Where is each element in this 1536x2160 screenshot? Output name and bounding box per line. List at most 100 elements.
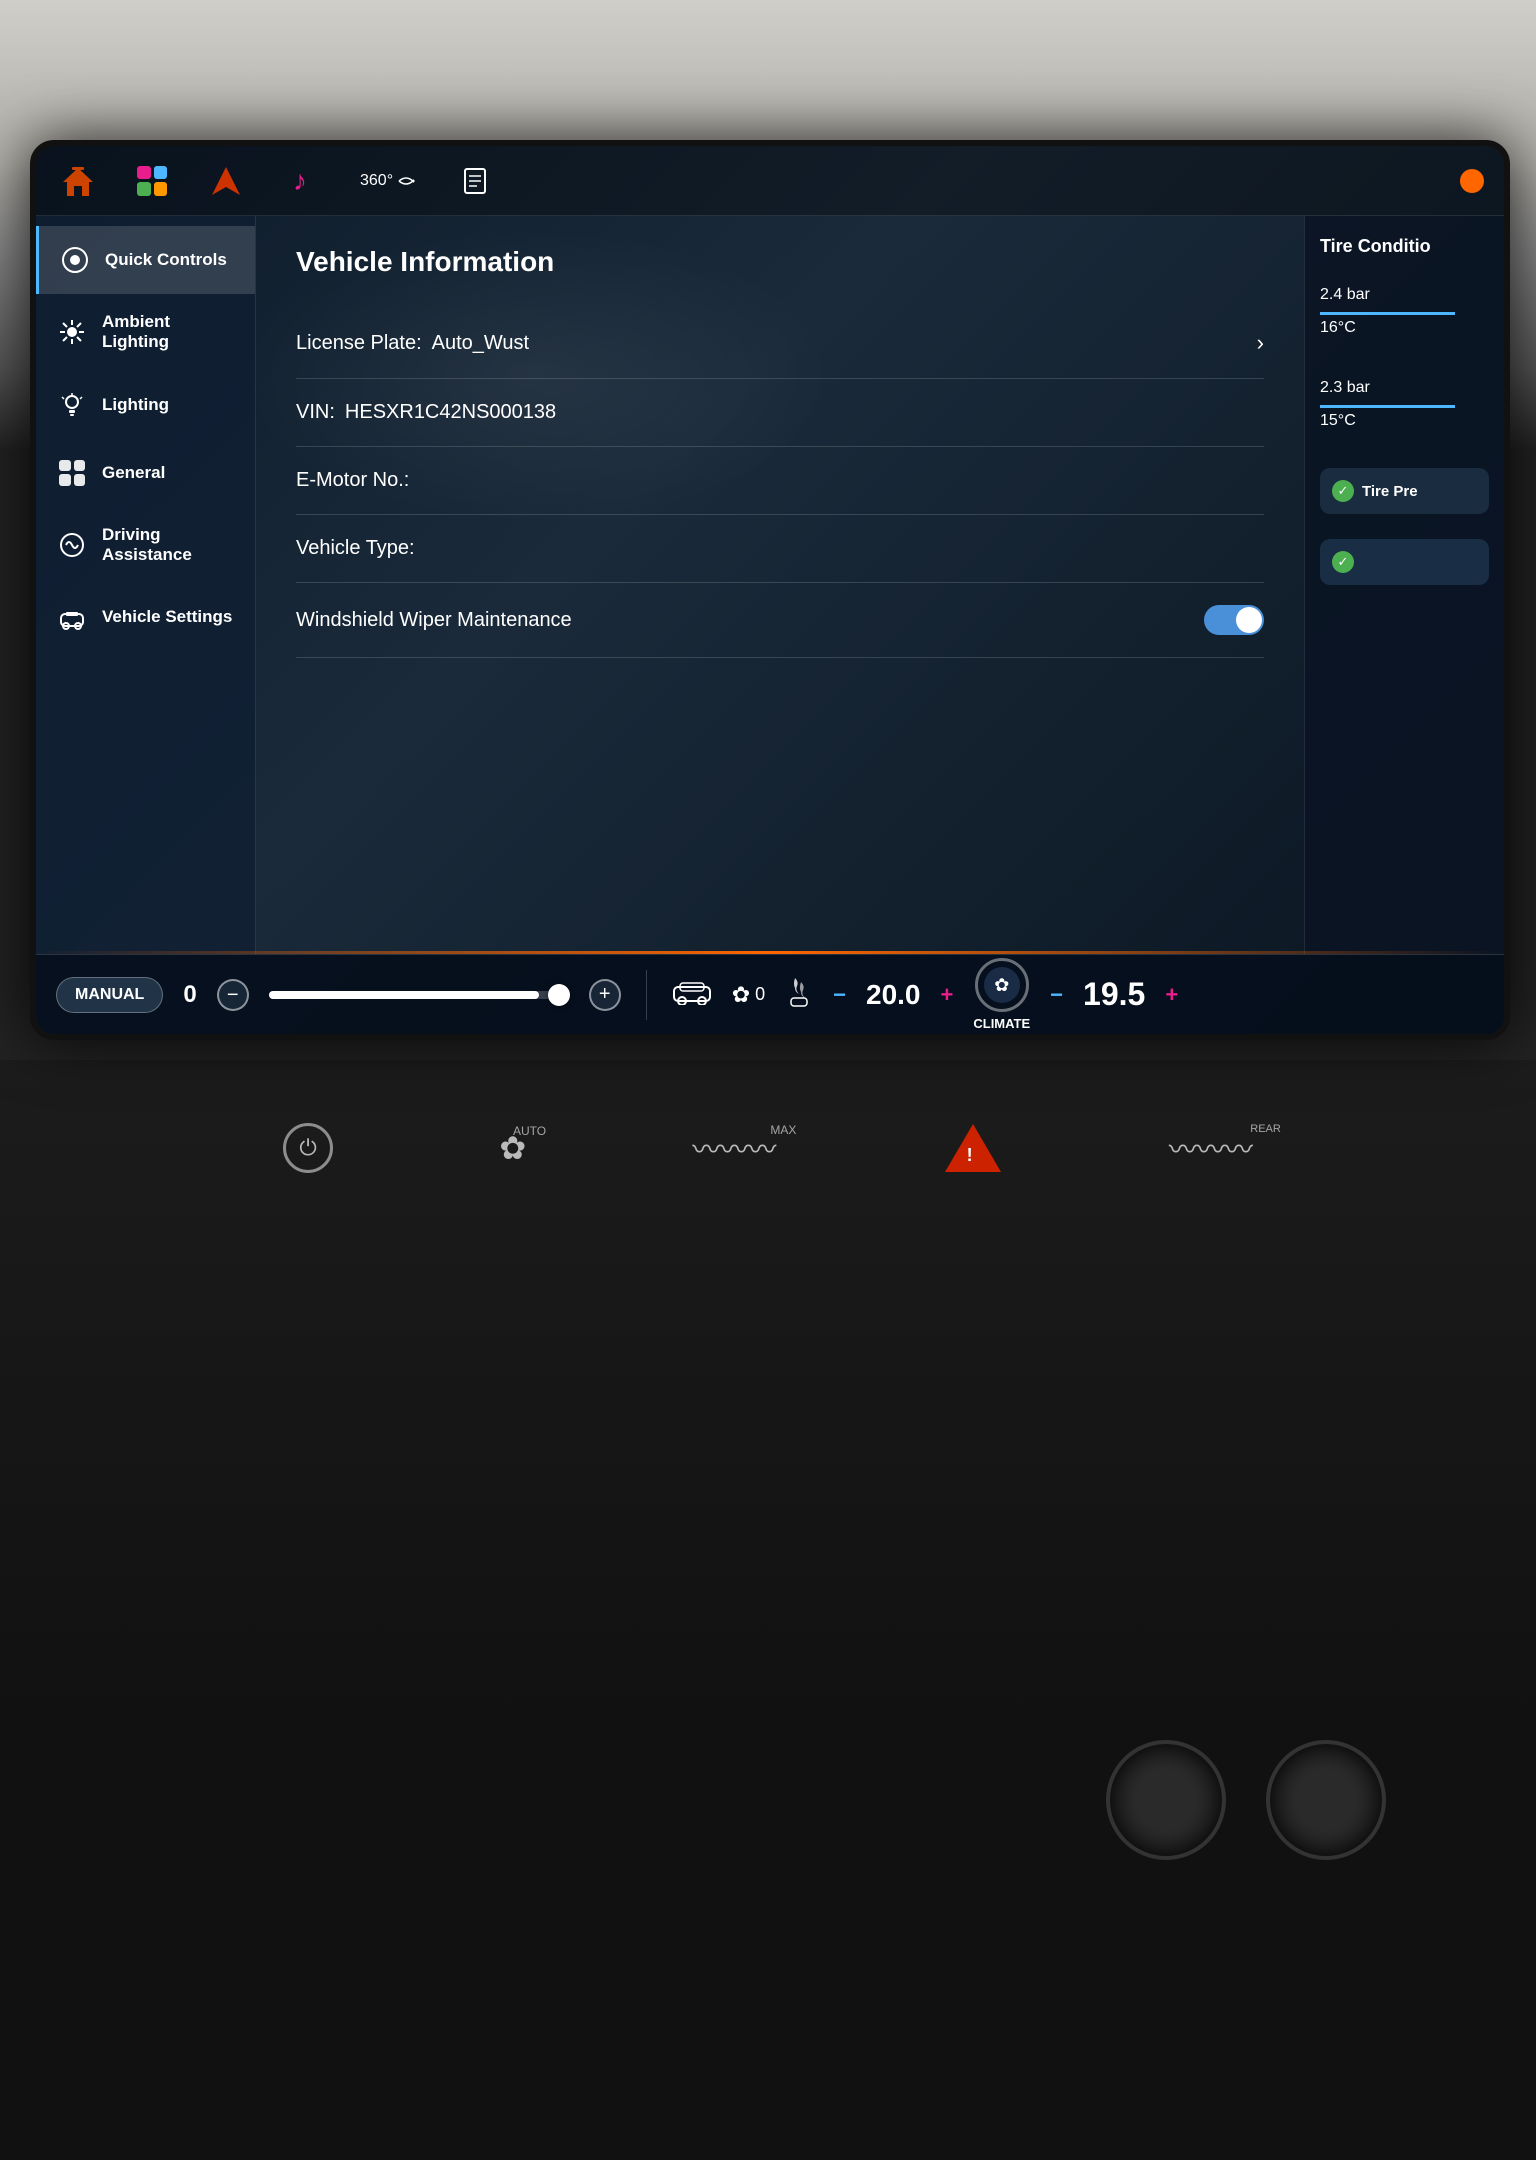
tire-pre-button[interactable]: ✓ Tire Pre: [1320, 468, 1489, 514]
right-temp-increase-button[interactable]: +: [1165, 982, 1178, 1008]
climate-dial-circle: ✿: [975, 958, 1029, 1012]
vehicle-type-label: Vehicle Type:: [296, 537, 415, 560]
hazard-triangle-icon: [945, 1124, 1001, 1172]
rear-label: REAR: [1250, 1123, 1281, 1135]
sidebar-vehicle-settings-label: Vehicle Settings: [102, 607, 232, 627]
fan-speed-value: 0: [755, 984, 765, 1005]
grid-cell-3: [137, 182, 151, 196]
sidebar-ambient-lighting-label: Ambient Lighting: [102, 312, 235, 353]
right-temp-value: 19.5: [1083, 976, 1145, 1013]
cupholder-right: [1266, 1740, 1386, 1860]
360-nav-icon[interactable]: 360°: [352, 159, 423, 203]
separator-1: [646, 970, 647, 1020]
driving-assistance-icon: [56, 529, 88, 561]
windshield-wiper-toggle[interactable]: [1204, 605, 1264, 635]
tire-second-check-icon: ✓: [1332, 551, 1354, 573]
seat-heat-icon: [785, 976, 813, 1013]
license-plate-value: Auto_Wust: [432, 332, 529, 355]
vehicle-type-row: Vehicle Type:: [296, 515, 1264, 583]
general-grid-icon: [59, 460, 85, 486]
climate-dial-inner: ✿: [984, 967, 1020, 1003]
top-nav-bar: ♪ 360°: [36, 146, 1504, 216]
music-note-icon: ♪: [293, 165, 307, 197]
sidebar: Quick Controls: [36, 216, 256, 954]
360-text: 360°: [360, 172, 393, 190]
tire-condition-title: Tire Conditio: [1320, 236, 1489, 257]
grid-shape: [137, 166, 167, 196]
vin-label: VIN:: [296, 401, 335, 424]
fan-icon: ✿: [732, 982, 750, 1008]
sidebar-general-label: General: [102, 463, 165, 483]
tire-bar-value-1: 2.4 bar: [1320, 282, 1489, 308]
fan-auto-button[interactable]: ✿ AUTO: [499, 1129, 526, 1167]
license-plate-chevron-icon: ›: [1257, 330, 1264, 356]
license-plate-row[interactable]: License Plate: Auto_Wust ›: [296, 308, 1264, 379]
fan-control: ✿ 0: [732, 982, 765, 1008]
notification-dot: [1460, 169, 1484, 193]
speed-slider-handle[interactable]: [548, 984, 570, 1006]
fan-max-label: MAX: [770, 1123, 796, 1137]
vehicle-info-panel: Vehicle Information License Plate: Auto_…: [256, 216, 1304, 954]
left-temp-increase-button[interactable]: +: [941, 982, 954, 1008]
tire-second-check-button[interactable]: ✓: [1320, 539, 1489, 585]
home-nav-icon[interactable]: [56, 159, 100, 203]
physical-controls-panel: ⏻ ✿ AUTO 〰〰〰 MAX 〰〰〰 REAR: [0, 1060, 1536, 2160]
sidebar-item-ambient-lighting[interactable]: Ambient Lighting: [36, 294, 255, 371]
sidebar-item-general[interactable]: General: [36, 439, 255, 507]
vehicle-settings-icon: [56, 602, 88, 634]
main-screen: ♪ 360°: [30, 140, 1510, 1040]
tire-condition-panel: Tire Conditio 2.4 bar 16°C 2.3 bar 15°C …: [1304, 216, 1504, 954]
manual-mode-button[interactable]: MANUAL: [56, 977, 163, 1013]
vin-value: HESXR1C42NS000138: [345, 401, 556, 424]
tire-temp-value-2: 15°C: [1320, 408, 1489, 434]
document-nav-icon[interactable]: [453, 159, 497, 203]
fan-max-button[interactable]: 〰〰〰 MAX: [692, 1128, 776, 1168]
tire-reading-bottom-right: 2.3 bar 15°C: [1320, 375, 1489, 433]
tire-pre-check-icon: ✓: [1332, 480, 1354, 502]
navigate-nav-icon[interactable]: [204, 159, 248, 203]
music-nav-icon[interactable]: ♪: [278, 159, 322, 203]
speed-slider[interactable]: [269, 991, 569, 999]
speed-slider-fill: [269, 991, 539, 999]
power-button[interactable]: ⏻: [283, 1123, 333, 1173]
speed-value: 0: [183, 981, 196, 1009]
e-motor-label: E-Motor No.:: [296, 469, 409, 492]
tire-reading-top-right: 2.4 bar 16°C: [1320, 282, 1489, 340]
speed-decrease-button[interactable]: −: [217, 979, 249, 1011]
right-temp-decrease-button[interactable]: −: [1050, 982, 1063, 1008]
speed-increase-button[interactable]: +: [589, 979, 621, 1011]
climate-fan-icon: ✿: [994, 975, 1009, 996]
tire-pre-label: Tire Pre: [1362, 483, 1418, 500]
ambient-lighting-icon: [56, 316, 88, 348]
left-temp-value: 20.0: [866, 979, 921, 1011]
grid-nav-icon[interactable]: [130, 159, 174, 203]
sidebar-item-lighting[interactable]: Lighting: [36, 371, 255, 439]
rear-defrost-button[interactable]: 〰〰〰 REAR: [1169, 1128, 1253, 1168]
hazard-button[interactable]: [943, 1120, 1003, 1175]
cupholders: [1106, 1740, 1386, 1860]
grid-cell-4: [154, 182, 168, 196]
climate-label: CLIMATE: [973, 1016, 1030, 1031]
cupholder-left: [1106, 1740, 1226, 1860]
fan-auto-label: AUTO: [513, 1124, 546, 1138]
general-icon: [56, 457, 88, 489]
license-plate-label: License Plate:: [296, 332, 422, 355]
grid-cell-1: [137, 166, 151, 180]
sidebar-item-vehicle-settings[interactable]: Vehicle Settings: [36, 584, 255, 652]
screen-content: ♪ 360°: [36, 146, 1504, 1034]
left-temp-decrease-button[interactable]: −: [833, 982, 846, 1008]
bottom-control-bar: MANUAL 0 − +: [36, 954, 1504, 1034]
sidebar-quick-controls-label: Quick Controls: [105, 250, 227, 270]
climate-dial[interactable]: ✿ CLIMATE: [973, 958, 1030, 1031]
sidebar-item-driving-assistance[interactable]: Driving Assistance: [36, 507, 255, 584]
car-icon-bottom: [672, 977, 712, 1012]
notification-area: [1460, 169, 1484, 193]
grid-cell-2: [154, 166, 168, 180]
sidebar-lighting-label: Lighting: [102, 395, 169, 415]
sidebar-driving-assistance-label: Driving Assistance: [102, 525, 235, 566]
windshield-wiper-row[interactable]: Windshield Wiper Maintenance: [296, 583, 1264, 658]
tire-bar-value-2: 2.3 bar: [1320, 375, 1489, 401]
main-content-area: Quick Controls: [36, 216, 1504, 954]
sidebar-item-quick-controls[interactable]: Quick Controls: [36, 226, 255, 294]
page-title: Vehicle Information: [296, 246, 1264, 278]
